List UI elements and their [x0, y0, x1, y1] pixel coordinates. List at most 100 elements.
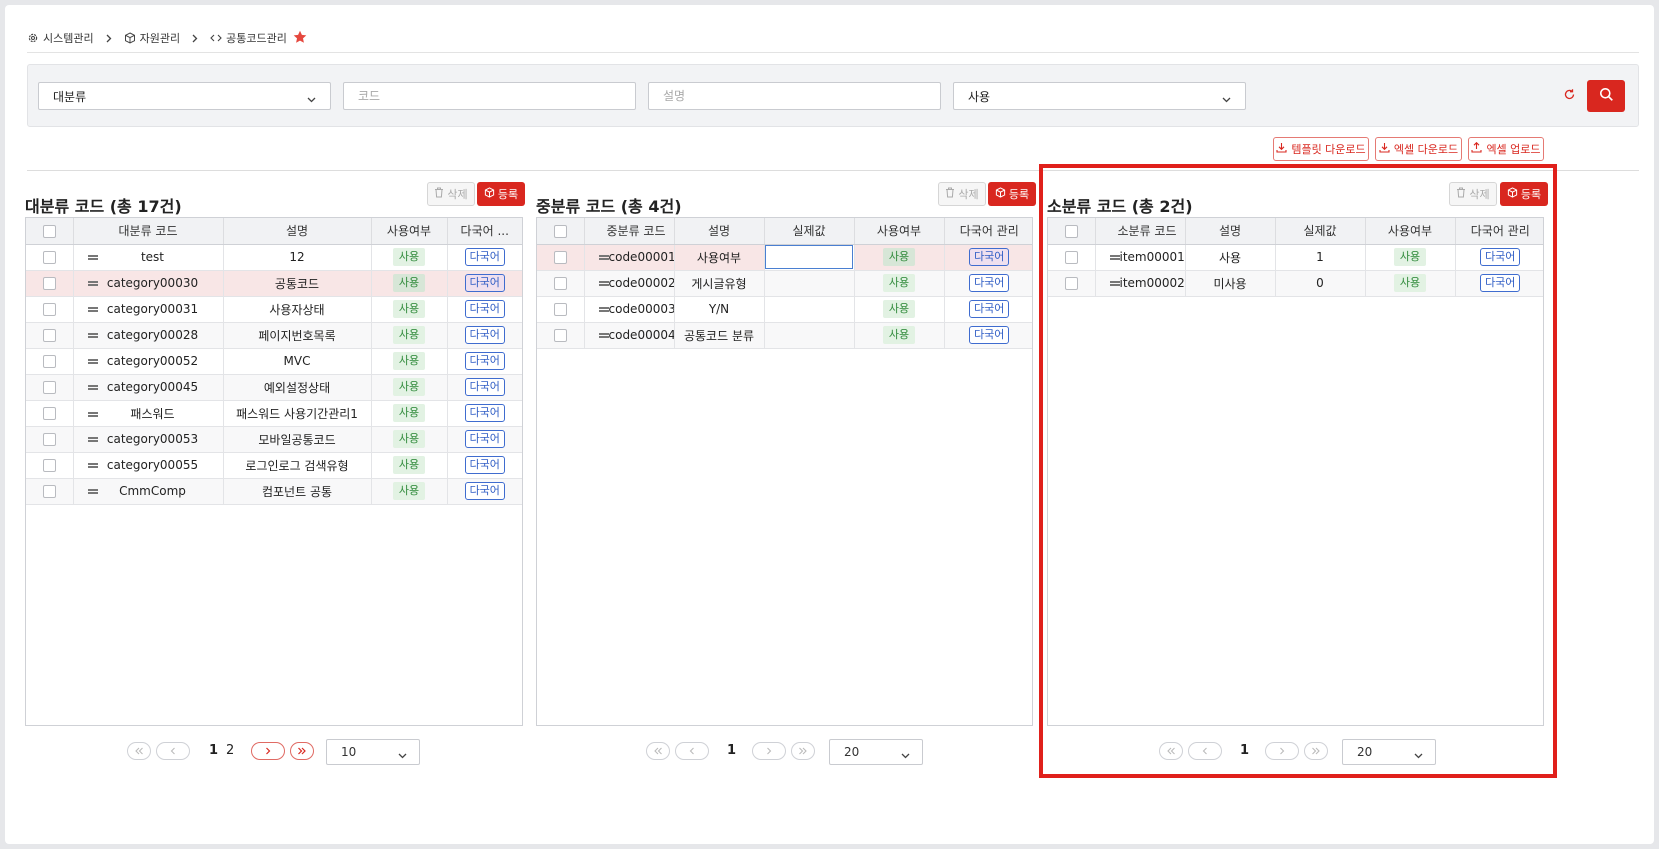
- star-icon[interactable]: [293, 30, 307, 47]
- row-checkbox[interactable]: [537, 244, 585, 271]
- table-row[interactable]: category00055 로그인로그 검색유형 사용 다국어: [26, 452, 522, 479]
- table-row[interactable]: code00003 Y/N 사용 다국어: [537, 296, 1032, 323]
- middle-page-size-select[interactable]: 20: [829, 739, 923, 765]
- header-code[interactable]: 대분류 코드: [73, 218, 224, 245]
- last-page-button[interactable]: [791, 742, 815, 760]
- table-row[interactable]: category00053 모바일공통코드 사용 다국어: [26, 426, 522, 453]
- drag-handle-icon[interactable]: [598, 255, 609, 260]
- header-code[interactable]: 중분류 코드: [584, 218, 675, 245]
- value-cell[interactable]: [764, 322, 855, 349]
- search-button[interactable]: [1587, 80, 1625, 112]
- table-row[interactable]: code00002 게시글유형 사용 다국어: [537, 270, 1032, 297]
- next-page-button[interactable]: [251, 742, 285, 760]
- row-checkbox[interactable]: [26, 478, 74, 505]
- drag-handle-icon[interactable]: [87, 333, 98, 338]
- multilang-button[interactable]: 다국어: [464, 404, 505, 422]
- multilang-button[interactable]: 다국어: [464, 482, 505, 500]
- table-row[interactable]: CmmComp 컴포넌트 공통 사용 다국어: [26, 478, 522, 505]
- checkbox[interactable]: [553, 329, 567, 342]
- header-desc[interactable]: 설명: [223, 218, 372, 245]
- drag-handle-icon[interactable]: [87, 359, 98, 364]
- checkbox[interactable]: [42, 329, 56, 342]
- row-checkbox[interactable]: [26, 452, 74, 479]
- header-use[interactable]: 사용여부: [854, 218, 945, 245]
- select-all-checkbox[interactable]: [26, 218, 74, 245]
- breadcrumb-item-resource[interactable]: 자원관리: [124, 30, 180, 46]
- code-input[interactable]: [358, 83, 635, 109]
- multilang-button[interactable]: 다국어: [969, 248, 1010, 266]
- desc-input[interactable]: [663, 83, 940, 109]
- row-checkbox[interactable]: [537, 322, 585, 349]
- prev-page-button[interactable]: [675, 742, 709, 760]
- multilang-button[interactable]: 다국어: [464, 326, 505, 344]
- header-value[interactable]: 실제값: [764, 218, 855, 245]
- breadcrumb-item-system[interactable]: 시스템관리: [27, 30, 94, 46]
- first-page-button[interactable]: [646, 742, 670, 760]
- select-all-checkbox[interactable]: [537, 218, 585, 245]
- row-checkbox[interactable]: [26, 296, 74, 323]
- table-row[interactable]: code00001 사용여부 사용 다국어: [537, 244, 1032, 271]
- header-desc[interactable]: 설명: [674, 218, 765, 245]
- row-checkbox[interactable]: [26, 348, 74, 375]
- table-row[interactable]: category00028 페이지번호목록 사용 다국어: [26, 322, 522, 349]
- multilang-button[interactable]: 다국어: [969, 300, 1010, 318]
- use-select[interactable]: 사용: [953, 82, 1246, 110]
- header-lang[interactable]: 다국어 ...: [447, 218, 522, 245]
- multilang-button[interactable]: 다국어: [464, 430, 505, 448]
- drag-handle-icon[interactable]: [598, 333, 609, 338]
- table-row[interactable]: category00031 사용자상태 사용 다국어: [26, 296, 522, 323]
- refresh-button[interactable]: [1560, 87, 1578, 105]
- table-row[interactable]: category00030 공통코드 사용 다국어: [26, 270, 522, 297]
- multilang-button[interactable]: 다국어: [464, 274, 505, 292]
- drag-handle-icon[interactable]: [87, 307, 98, 312]
- checkbox[interactable]: [42, 355, 56, 368]
- table-row[interactable]: code00004 공통코드 분류 사용 다국어: [537, 322, 1032, 349]
- table-row[interactable]: test 12 사용 다국어: [26, 244, 522, 271]
- page-number-1[interactable]: 1: [209, 743, 218, 758]
- multilang-button[interactable]: 다국어: [464, 352, 505, 370]
- multilang-button[interactable]: 다국어: [464, 378, 505, 396]
- page-number-1[interactable]: 1: [727, 743, 736, 758]
- drag-handle-icon[interactable]: [87, 437, 98, 442]
- table-row[interactable]: 패스워드 패스워드 사용기간관리1 사용 다국어: [26, 400, 522, 427]
- last-page-button[interactable]: [290, 742, 314, 760]
- checkbox[interactable]: [42, 485, 56, 498]
- major-page-size-select[interactable]: 10: [326, 739, 420, 765]
- value-cell[interactable]: [764, 270, 855, 297]
- multilang-button[interactable]: 다국어: [969, 274, 1010, 292]
- row-checkbox[interactable]: [26, 426, 74, 453]
- drag-handle-icon[interactable]: [87, 463, 98, 468]
- next-page-button[interactable]: [752, 742, 786, 760]
- checkbox[interactable]: [42, 303, 56, 316]
- drag-handle-icon[interactable]: [87, 489, 98, 494]
- page-number-2[interactable]: 2: [226, 743, 234, 758]
- checkbox[interactable]: [42, 251, 56, 264]
- multilang-button[interactable]: 다국어: [969, 326, 1010, 344]
- template-download-button[interactable]: 템플릿 다운로드: [1273, 137, 1369, 161]
- excel-download-button[interactable]: 엑셀 다운로드: [1375, 137, 1462, 161]
- middle-register-button[interactable]: 등록: [988, 182, 1036, 206]
- multilang-button[interactable]: 다국어: [464, 456, 505, 474]
- drag-handle-icon[interactable]: [87, 281, 98, 286]
- checkbox[interactable]: [553, 277, 567, 290]
- checkbox[interactable]: [42, 407, 56, 420]
- checkbox[interactable]: [42, 381, 56, 394]
- row-checkbox[interactable]: [26, 270, 74, 297]
- checkbox[interactable]: [42, 277, 56, 290]
- value-cell[interactable]: [764, 244, 855, 271]
- value-cell[interactable]: [764, 296, 855, 323]
- row-checkbox[interactable]: [26, 244, 74, 271]
- checkbox[interactable]: [553, 251, 567, 264]
- row-checkbox[interactable]: [537, 270, 585, 297]
- category-select[interactable]: 대분류: [38, 82, 331, 110]
- drag-handle-icon[interactable]: [87, 255, 98, 260]
- table-row[interactable]: category00052 MVC 사용 다국어: [26, 348, 522, 375]
- row-checkbox[interactable]: [26, 400, 74, 427]
- major-register-button[interactable]: 등록: [477, 182, 525, 206]
- header-lang[interactable]: 다국어 관리: [944, 218, 1032, 245]
- middle-delete-button[interactable]: 삭제: [938, 182, 986, 206]
- drag-handle-icon[interactable]: [87, 411, 98, 417]
- checkbox[interactable]: [553, 303, 567, 316]
- first-page-button[interactable]: [127, 742, 151, 760]
- multilang-button[interactable]: 다국어: [464, 248, 505, 266]
